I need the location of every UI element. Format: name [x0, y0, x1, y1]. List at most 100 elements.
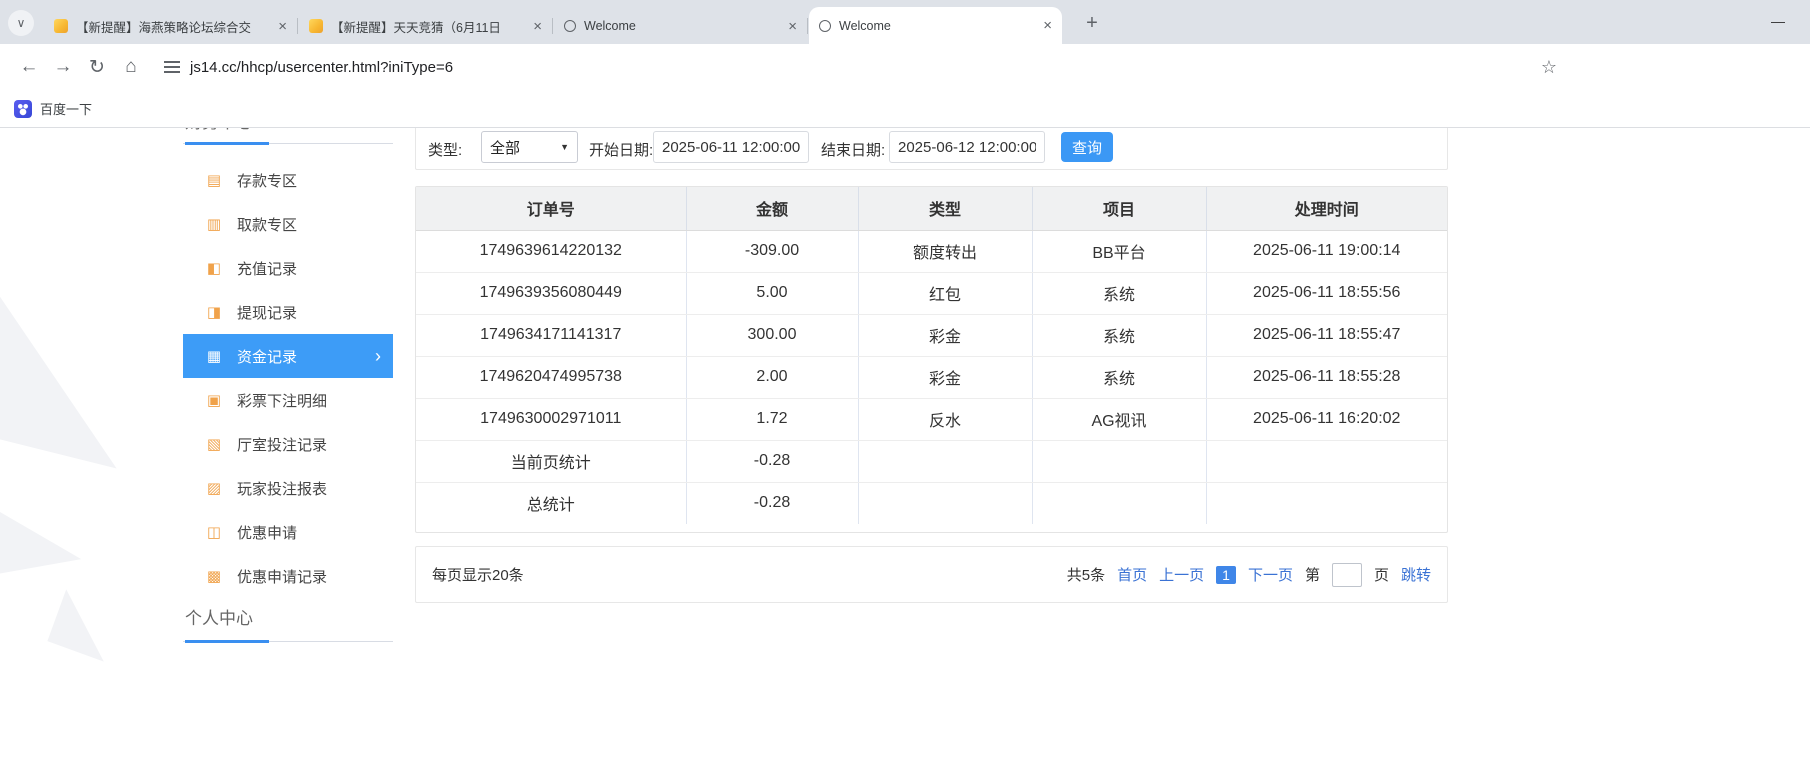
sidebar-item-label: 资金记录: [237, 346, 297, 367]
sidebar-section-finance: 财务中心: [183, 128, 393, 144]
first-page-link[interactable]: 首页: [1117, 564, 1147, 585]
jump-label-post: 页: [1374, 564, 1389, 585]
sidebar-item-recharge-records[interactable]: ◧ 充值记录: [183, 246, 393, 290]
cell-amount: -0.28: [686, 482, 858, 524]
sidebar-item-promo-apply-records[interactable]: ▩ 优惠申请记录: [183, 554, 393, 598]
cell-amount: 1.72: [686, 398, 858, 440]
window-minimize-button[interactable]: —: [1756, 6, 1800, 36]
promo-icon: ◫: [205, 523, 223, 541]
tab-close-icon[interactable]: ×: [1043, 17, 1052, 34]
cell-empty: [1032, 440, 1206, 482]
table-row-page-stats: 当前页统计 -0.28: [416, 440, 1447, 482]
browser-tab-3[interactable]: Welcome ×: [554, 8, 807, 44]
chevron-right-icon: ›: [375, 346, 381, 367]
tab-close-icon[interactable]: ×: [278, 18, 287, 35]
cell-order-no: 1749620474995738: [416, 356, 686, 398]
table-row: 1749639614220132 -309.00 额度转出 BB平台 2025-…: [416, 230, 1447, 272]
new-tab-button[interactable]: +: [1078, 9, 1106, 37]
cell-time: 2025-06-11 19:00:14: [1206, 230, 1447, 272]
prev-page-link[interactable]: 上一页: [1159, 564, 1204, 585]
cell-stats-label: 总统计: [416, 482, 686, 524]
sidebar-item-label: 充值记录: [237, 258, 297, 279]
table-row-total-stats: 总统计 -0.28: [416, 482, 1447, 524]
chevron-down-icon: ▼: [560, 142, 569, 152]
sidebar-item-label: 取款专区: [237, 214, 297, 235]
home-button[interactable]: ⌂: [114, 50, 148, 84]
cell-order-no: 1749639614220132: [416, 230, 686, 272]
col-header-project: 项目: [1032, 187, 1206, 230]
mail-icon: [54, 19, 68, 33]
bookmark-item-baidu[interactable]: 百度一下: [40, 99, 92, 118]
tab-close-icon[interactable]: ×: [533, 18, 542, 35]
sidebar-item-lottery-bet-details[interactable]: ▣ 彩票下注明细: [183, 378, 393, 422]
recharge-icon: ◧: [205, 259, 223, 277]
sidebar-item-funds-records[interactable]: ▦ 资金记录 ›: [183, 334, 393, 378]
type-select[interactable]: 全部 ▼: [481, 131, 578, 163]
sidebar-item-label: 优惠申请记录: [237, 566, 327, 587]
browser-tab-4-active[interactable]: Welcome ×: [809, 7, 1062, 44]
sidebar-section-personal: 个人中心: [183, 602, 393, 642]
table-row: 1749630002971011 1.72 反水 AG视讯 2025-06-11…: [416, 398, 1447, 440]
funds-table: 订单号 金额 类型 项目 处理时间 1749639614220132 -309.…: [416, 187, 1447, 524]
current-page-indicator[interactable]: 1: [1216, 566, 1236, 584]
watermark-triangle: [47, 589, 122, 661]
total-count-label: 共5条: [1067, 564, 1105, 585]
site-settings-icon[interactable]: [164, 61, 180, 73]
watermark-triangle: [0, 258, 158, 469]
cell-time: 2025-06-11 18:55:28: [1206, 356, 1447, 398]
table-header-row: 订单号 金额 类型 项目 处理时间: [416, 187, 1447, 230]
cell-order-no: 1749634171141317: [416, 314, 686, 356]
funds-icon: ▦: [205, 347, 223, 365]
sidebar-item-withdraw-zone[interactable]: ▥ 取款专区: [183, 202, 393, 246]
jump-page-input[interactable]: [1332, 563, 1362, 587]
per-page-label: 每页显示20条: [432, 564, 524, 585]
sidebar-item-player-bet-report[interactable]: ▨ 玩家投注报表: [183, 466, 393, 510]
cell-time: 2025-06-11 16:20:02: [1206, 398, 1447, 440]
tab-title: Welcome: [584, 19, 782, 33]
cell-type: 红包: [858, 272, 1032, 314]
browser-window: ∨ 【新提醒】海燕策略论坛综合交 × 【新提醒】天天竞猜（6月11日 × Wel…: [0, 0, 1810, 769]
cell-amount: 300.00: [686, 314, 858, 356]
cell-amount: -0.28: [686, 440, 858, 482]
sidebar-menu: ▤ 存款专区 ▥ 取款专区 ◧ 充值记录 ◨ 提现记录 ▦ 资金记录 › ▣: [183, 158, 393, 598]
type-filter-label: 类型:: [428, 139, 462, 160]
cell-amount: 2.00: [686, 356, 858, 398]
browser-tab-1[interactable]: 【新提醒】海燕策略论坛综合交 ×: [44, 8, 297, 44]
sidebar-item-hall-bet-records[interactable]: ▧ 厅室投注记录: [183, 422, 393, 466]
cell-amount: 5.00: [686, 272, 858, 314]
cell-empty: [1032, 482, 1206, 524]
cell-project: BB平台: [1032, 230, 1206, 272]
start-date-input[interactable]: [653, 131, 809, 163]
cell-project: AG视讯: [1032, 398, 1206, 440]
end-date-input[interactable]: [889, 131, 1045, 163]
address-bar[interactable]: js14.cc/hhcp/usercenter.html?iniType=6: [190, 59, 453, 76]
search-button[interactable]: 查询: [1061, 132, 1113, 162]
funds-table-card: 订单号 金额 类型 项目 处理时间 1749639614220132 -309.…: [415, 186, 1448, 533]
tab-close-icon[interactable]: ×: [788, 18, 797, 35]
sidebar-item-promo-apply[interactable]: ◫ 优惠申请: [183, 510, 393, 554]
bookmarks-bar: 百度一下: [0, 90, 1810, 128]
tab-search-button[interactable]: ∨: [8, 10, 34, 36]
back-button[interactable]: ←: [12, 50, 46, 84]
end-date-label: 结束日期:: [821, 139, 885, 160]
page-content: 财务中心 ▤ 存款专区 ▥ 取款专区 ◧ 充值记录 ◨ 提现记录 ▦ 资金记录: [0, 128, 1810, 769]
col-header-type: 类型: [858, 187, 1032, 230]
reload-button[interactable]: ↻: [80, 50, 114, 84]
forward-button[interactable]: →: [46, 50, 80, 84]
tab-strip: ∨ 【新提醒】海燕策略论坛综合交 × 【新提醒】天天竞猜（6月11日 × Wel…: [0, 0, 1810, 44]
sidebar-item-withdraw-records[interactable]: ◨ 提现记录: [183, 290, 393, 334]
col-header-time: 处理时间: [1206, 187, 1447, 230]
bookmark-star-icon[interactable]: ☆: [1534, 54, 1564, 80]
sidebar-item-label: 提现记录: [237, 302, 297, 323]
next-page-link[interactable]: 下一页: [1248, 564, 1293, 585]
cell-empty: [858, 440, 1032, 482]
baidu-icon: [14, 100, 32, 118]
cell-order-no: 1749630002971011: [416, 398, 686, 440]
jump-label-pre: 第: [1305, 564, 1320, 585]
sidebar-item-label: 存款专区: [237, 170, 297, 191]
jump-action-link[interactable]: 跳转: [1401, 564, 1431, 585]
filter-bar: 类型: 全部 ▼ 开始日期: 结束日期: 查询: [415, 128, 1448, 170]
sidebar-item-deposit-zone[interactable]: ▤ 存款专区: [183, 158, 393, 202]
watermark-triangle: [0, 480, 81, 575]
browser-tab-2[interactable]: 【新提醒】天天竞猜（6月11日 ×: [299, 8, 552, 44]
